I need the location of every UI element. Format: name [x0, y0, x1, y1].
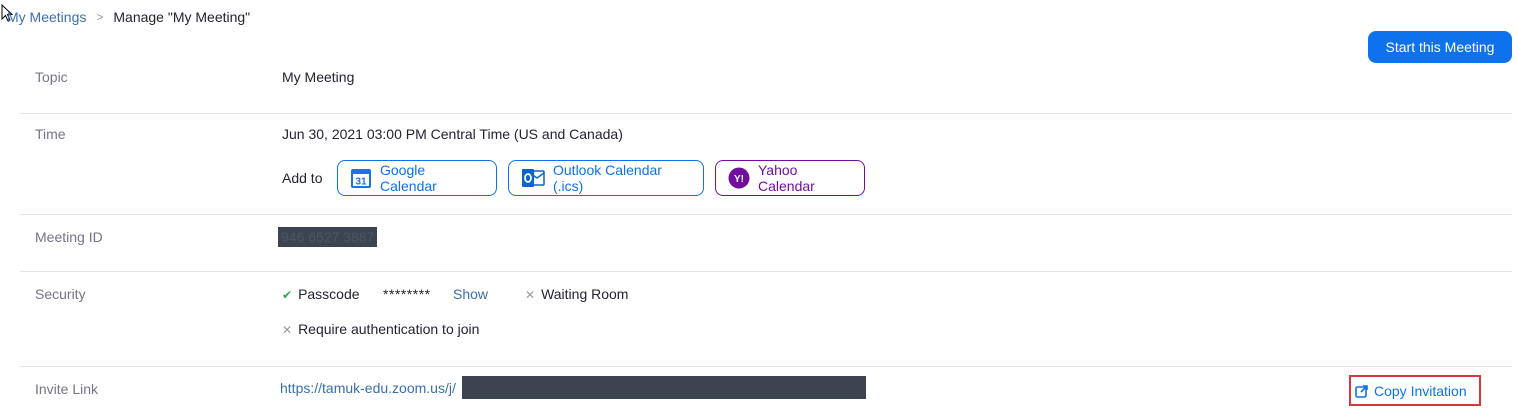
meeting-id-text: 946 6527 3887: [281, 229, 375, 245]
topic-label: Topic: [35, 69, 68, 85]
breadcrumb: My Meetings > Manage "My Meeting": [7, 9, 250, 25]
security-label: Security: [35, 286, 86, 302]
google-calendar-icon-text: 31: [355, 177, 367, 188]
require-auth-item: ✕ Require authentication to join: [282, 321, 479, 337]
topic-value: My Meeting: [282, 69, 355, 85]
yahoo-calendar-icon-text: Y!: [734, 174, 744, 185]
outlook-calendar-button[interactable]: Outlook Calendar (.ics): [508, 160, 704, 196]
breadcrumb-my-meetings-link[interactable]: My Meetings: [7, 9, 86, 25]
add-to-label: Add to: [282, 170, 323, 186]
topic-row: Topic My Meeting: [20, 56, 1512, 114]
waiting-room-label: Waiting Room: [541, 286, 629, 302]
time-label: Time: [35, 126, 66, 142]
invite-link-prefix: https://tamuk-edu.zoom.us/j/: [280, 380, 456, 396]
waiting-room-item: ✕ Waiting Room: [525, 286, 628, 302]
google-calendar-button[interactable]: 31 Google Calendar: [337, 160, 497, 196]
time-value: Jun 30, 2021 03:00 PM Central Time (US a…: [282, 126, 623, 142]
breadcrumb-separator: >: [96, 10, 104, 24]
yahoo-calendar-icon: Y!: [728, 167, 750, 189]
google-calendar-label: Google Calendar: [380, 162, 437, 194]
require-auth-label: Require authentication to join: [298, 321, 480, 337]
outlook-calendar-label: Outlook Calendar (.ics): [553, 162, 662, 194]
copy-invitation-label: Copy Invitation: [1374, 382, 1467, 399]
redacted-invite-link: [462, 376, 866, 399]
cross-icon: ✕: [525, 288, 536, 302]
meeting-id-row: Meeting ID 946 6527 3887: [20, 215, 1512, 272]
copy-invitation-button[interactable]: Copy Invitation: [1349, 375, 1481, 406]
meeting-id-value: 946 6527 3887: [278, 227, 378, 247]
breadcrumb-current: Manage "My Meeting": [113, 9, 251, 25]
security-row: Security ✔ Passcode ******** Show ✕ Waitin…: [20, 272, 1512, 367]
invite-link-label: Invite Link: [35, 381, 99, 397]
cross-icon: ✕: [282, 323, 293, 337]
invite-link-url[interactable]: https://tamuk-edu.zoom.us/j/: [280, 380, 456, 396]
copy-icon: [1355, 384, 1369, 398]
meeting-id-label: Meeting ID: [35, 229, 103, 245]
yahoo-calendar-label: Yahoo Calendar: [758, 162, 815, 194]
outlook-calendar-icon: [521, 167, 545, 189]
passcode-mask: ********: [383, 286, 431, 302]
google-calendar-icon: 31: [350, 167, 372, 189]
yahoo-calendar-button[interactable]: Y! Yahoo Calendar: [715, 160, 865, 196]
checkmark-icon: ✔: [282, 288, 293, 302]
passcode-label: Passcode: [298, 286, 360, 302]
show-passcode-link[interactable]: Show: [453, 286, 488, 302]
passcode-item: ✔ Passcode: [282, 286, 360, 302]
